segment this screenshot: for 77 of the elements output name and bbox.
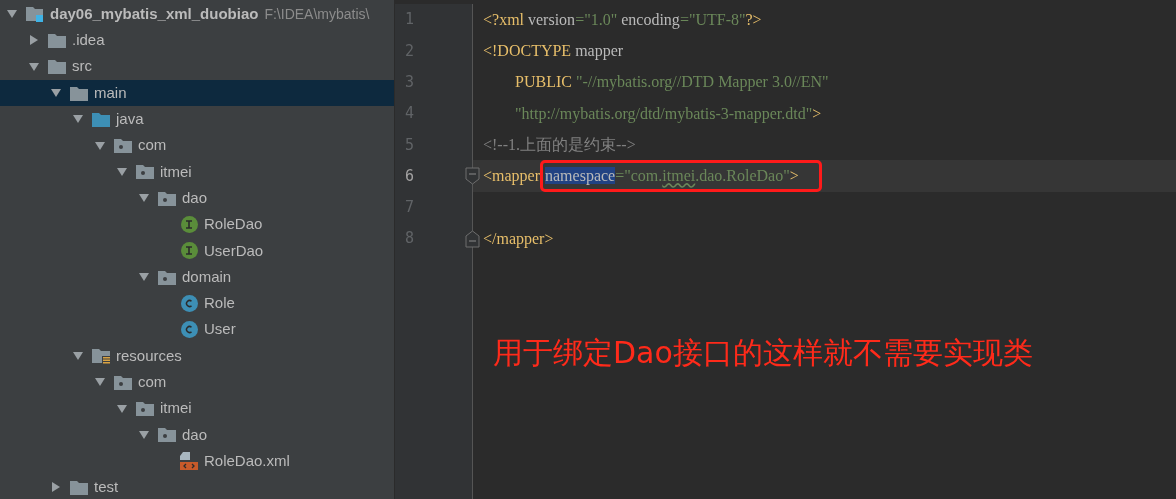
tree-item-label: com xyxy=(138,135,167,156)
expand-arrow-icon[interactable] xyxy=(28,34,40,47)
tree-item[interactable]: src xyxy=(0,53,394,80)
interface-icon xyxy=(180,216,198,233)
tree-item[interactable]: resources xyxy=(0,342,394,370)
module-icon xyxy=(26,6,44,23)
code-line: <mapper namespace="com.itmei.dao.RoleDao"> xyxy=(483,160,822,193)
tree-item[interactable]: Role xyxy=(0,290,394,317)
tree-item-label: dao xyxy=(182,187,208,208)
interface-icon xyxy=(180,242,198,260)
collapse-arrow-icon[interactable] xyxy=(94,139,106,152)
package-icon xyxy=(114,138,132,154)
package-icon xyxy=(158,190,176,206)
tree-item[interactable]: test xyxy=(0,474,394,499)
tree-item[interactable]: RoleDao xyxy=(0,211,394,238)
collapse-arrow-icon[interactable] xyxy=(72,350,84,362)
tree-item-label: test xyxy=(94,477,119,498)
tree-item-label: day06_mybatis_xml_duobiao xyxy=(50,3,259,24)
tree-item[interactable]: day06_mybatis_xml_duobiao F:\IDEA\mybatis\ xyxy=(0,1,394,28)
class-icon xyxy=(180,321,198,339)
tree-item-label: java xyxy=(116,109,144,130)
tree-item[interactable]: com xyxy=(0,132,394,159)
tree-item-label: dao xyxy=(182,424,208,445)
tree-item[interactable]: itmei xyxy=(0,158,394,186)
package-icon xyxy=(136,401,154,417)
tree-item-label: src xyxy=(72,56,92,77)
folder-icon xyxy=(92,111,110,127)
tree-item-label: itmei xyxy=(160,398,192,419)
code-line: PUBLIC "-//mybatis.org//DTD Mapper 3.0//EN" xyxy=(514,72,829,93)
class-icon xyxy=(180,294,198,312)
code-line: <!--1.上面的是约束--> xyxy=(483,134,636,155)
package-icon xyxy=(114,374,132,390)
folder-icon xyxy=(70,85,88,101)
tree-item[interactable]: com xyxy=(0,369,394,396)
code-line: <!DOCTYPE mapper xyxy=(483,40,624,62)
tree-item[interactable]: dao xyxy=(0,421,394,449)
tree-item-label: domain xyxy=(182,266,232,287)
tree-item[interactable]: dao xyxy=(0,185,394,212)
tree-item[interactable]: User xyxy=(0,316,394,343)
collapse-arrow-icon[interactable] xyxy=(116,165,128,178)
tree-item-label: RoleDao.xml xyxy=(204,450,290,471)
tree-item-label: UserDao xyxy=(204,240,264,261)
tree-item-label: resources xyxy=(116,345,182,366)
tree-item[interactable]: RoleDao.xml xyxy=(0,448,394,475)
tree-item-label: com xyxy=(138,372,167,393)
tree-item[interactable]: .idea xyxy=(0,27,394,54)
expand-arrow-icon[interactable] xyxy=(50,481,62,494)
xml-file-icon xyxy=(180,452,198,471)
code-line: <?xml version="1.0" encoding="UTF-8"?> xyxy=(483,9,762,31)
tree-item[interactable]: itmei xyxy=(0,395,394,422)
line-number: 6 xyxy=(405,165,415,187)
code-line: </mapper> xyxy=(483,228,554,250)
annotation-text: 用于绑定Dao接口的这样就不需要实现类 xyxy=(493,335,1033,371)
fold-marker-icon[interactable] xyxy=(465,167,480,186)
package-icon xyxy=(158,427,176,443)
resources-folder-icon xyxy=(92,348,110,364)
collapse-arrow-icon[interactable] xyxy=(138,428,150,441)
tree-item[interactable]: UserDao xyxy=(0,237,394,264)
project-path: F:\IDEA\mybatis\ xyxy=(264,4,370,24)
folder-icon xyxy=(70,480,88,495)
collapse-arrow-icon[interactable] xyxy=(116,402,128,415)
tree-item-label: RoleDao xyxy=(204,214,263,235)
package-icon xyxy=(136,164,154,180)
tree-item-label: main xyxy=(94,82,127,103)
package-icon xyxy=(158,269,176,285)
tree-item-label: .idea xyxy=(72,30,105,51)
tree-item[interactable]: main xyxy=(0,79,394,107)
tree-item-label: itmei xyxy=(160,161,192,182)
folder-icon xyxy=(48,32,66,48)
tree-item-label: User xyxy=(204,319,236,340)
collapse-arrow-icon[interactable] xyxy=(28,60,40,73)
tree-item-label: Role xyxy=(204,293,235,314)
folder-icon xyxy=(48,59,66,75)
fold-marker-icon[interactable] xyxy=(465,229,480,248)
tree-item[interactable]: java xyxy=(0,106,394,133)
tree-item[interactable]: domain xyxy=(0,263,394,291)
code-line: "http://mybatis.org/dtd/mybatis-3-mapper.dtd"> xyxy=(514,103,822,125)
